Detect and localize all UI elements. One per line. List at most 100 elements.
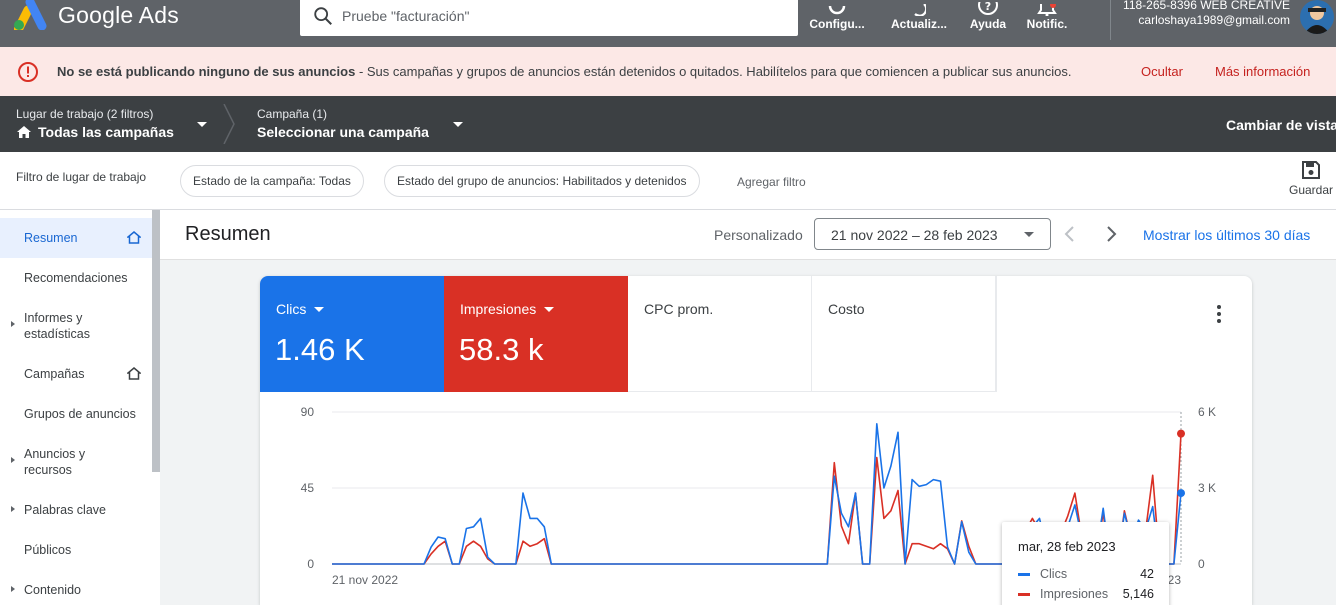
- account-email: carloshaya1989@gmail.com: [1138, 13, 1290, 27]
- metric-clicks[interactable]: Clics 1.46 K: [260, 276, 444, 392]
- chevron-right-icon: [223, 104, 235, 144]
- sidebar-item-label: Recomendaciones: [24, 271, 128, 285]
- sidebar-item-publicos[interactable]: Públicos: [0, 530, 152, 570]
- metric-cost[interactable]: Costo: [812, 276, 996, 392]
- search-box[interactable]: Pruebe "facturación": [300, 0, 798, 36]
- avatar[interactable]: [1300, 0, 1334, 34]
- google-ads-logo[interactable]: Google Ads: [13, 0, 179, 35]
- sidebar-item-label: Contenido: [24, 583, 81, 597]
- top-bar: Google Ads Pruebe "facturación" Configu.…: [0, 0, 1336, 47]
- google-ads-logo-icon: [13, 0, 50, 35]
- wrench-icon: [808, 0, 866, 16]
- save-label: Guardar: [1288, 183, 1334, 197]
- workspace-dropdown-icon[interactable]: [197, 122, 207, 127]
- app-name: Google Ads: [58, 1, 179, 28]
- y-axis-left-tick: 90: [301, 405, 315, 419]
- legend-swatch-clicks: [1018, 573, 1030, 576]
- sidebar-item-label: Palabras clave: [24, 503, 106, 517]
- chart-tooltip: mar, 28 feb 2023 Clics 42 Impresiones 5,…: [1002, 522, 1169, 605]
- refresh-label: Actualiz...: [890, 17, 947, 31]
- performance-chart: 0459003 K6 K21 nov 202228 feb 2023 mar, …: [260, 392, 1252, 605]
- sidebar-item-label: Públicos: [24, 543, 72, 557]
- series-point-impressions: [1177, 429, 1185, 438]
- sidebar-item-contenido[interactable]: Contenido: [0, 570, 152, 605]
- refresh-icon: [888, 0, 950, 16]
- series-point-clicks: [1177, 489, 1185, 498]
- sidebar-item-recomendaciones[interactable]: Recomendaciones: [0, 258, 152, 298]
- chevron-down-icon: [544, 306, 555, 312]
- y-axis-left-tick: 45: [301, 481, 315, 495]
- sidebar: Resumen Recomendaciones Informes y estad…: [0, 210, 160, 605]
- sidebar-item-label: Campañas: [24, 367, 85, 381]
- sidebar-item-label: Grupos de anuncios: [24, 407, 136, 421]
- metric-cost-label: Costo: [828, 301, 865, 317]
- svg-text:?: ?: [985, 2, 991, 13]
- tooltip-row-impressions: Impresiones 5,146: [1018, 587, 1154, 601]
- legend-swatch-impressions: [1018, 593, 1030, 596]
- notifications-button[interactable]: Notific.: [1024, 0, 1070, 47]
- metric-divider: [996, 276, 997, 392]
- sidebar-item-campanas[interactable]: Campañas: [0, 354, 152, 394]
- expand-arrow-icon: [11, 321, 15, 327]
- metric-avg-cpc-label: CPC prom.: [644, 301, 714, 317]
- tools-button[interactable]: Configu...: [808, 0, 866, 47]
- error-icon: [18, 62, 38, 82]
- metric-clicks-label: Clics: [276, 301, 307, 317]
- sidebar-item-informes[interactable]: Informes y estadísticas: [0, 298, 152, 354]
- sidebar-item-anuncios[interactable]: Anuncios y recursos: [0, 434, 152, 490]
- adgroup-status-chip[interactable]: Estado del grupo de anuncios: Habilitado…: [384, 165, 700, 197]
- y-axis-left-tick: 0: [307, 557, 314, 571]
- save-icon: [1302, 161, 1320, 179]
- date-range-picker[interactable]: 21 nov 2022 – 28 feb 2023: [814, 218, 1051, 250]
- filter-label: Filtro de lugar de trabajo: [16, 170, 147, 184]
- alert-message: No se está publicando ninguno de sus anu…: [57, 64, 1072, 79]
- add-filter-button[interactable]: Agregar filtro: [737, 175, 806, 189]
- expand-arrow-icon: [11, 506, 15, 512]
- sidebar-item-grupos[interactable]: Grupos de anuncios: [0, 394, 152, 434]
- metric-avg-cpc[interactable]: CPC prom.: [628, 276, 812, 392]
- tooltip-date: mar, 28 feb 2023: [1018, 539, 1116, 554]
- filter-bar: Filtro de lugar de trabajo Estado de la …: [0, 152, 1336, 210]
- campaign-status-chip[interactable]: Estado de la campaña: Todas: [180, 165, 364, 197]
- sidebar-item-label: Resumen: [24, 231, 78, 245]
- bell-icon: [1024, 0, 1070, 16]
- sidebar-item-label: Anuncios y recursos: [24, 447, 86, 477]
- y-axis-right-tick: 6 K: [1198, 405, 1216, 419]
- change-view-button[interactable]: Cambiar de vista: [1226, 117, 1336, 133]
- hide-alert-button[interactable]: Ocultar: [1141, 64, 1183, 79]
- expand-arrow-icon: [11, 586, 15, 592]
- help-button[interactable]: ? Ayuda: [968, 0, 1008, 47]
- alert-text: - Sus campañas y grupos de anuncios está…: [355, 64, 1072, 79]
- search-placeholder: Pruebe "facturación": [342, 8, 470, 24]
- save-button[interactable]: Guardar: [1286, 160, 1336, 197]
- x-axis-tick-start: 21 nov 2022: [332, 573, 398, 587]
- workspace-label: Lugar de trabajo (2 filtros): [16, 107, 154, 121]
- campaign-dropdown-icon[interactable]: [453, 122, 463, 127]
- search-icon: [314, 7, 332, 25]
- sidebar-scrollbar[interactable]: [152, 210, 160, 472]
- previous-period-icon[interactable]: [1063, 224, 1077, 244]
- sidebar-item-resumen[interactable]: Resumen: [0, 218, 152, 258]
- campaign-selector[interactable]: Campaña (1) Seleccionar una campaña: [257, 107, 429, 140]
- workspace-selector[interactable]: Lugar de trabajo (2 filtros) Todas las c…: [16, 107, 174, 140]
- y-axis-right-tick: 0: [1198, 557, 1205, 571]
- more-info-link[interactable]: Más información: [1215, 64, 1310, 79]
- help-icon: ?: [968, 0, 1008, 16]
- account-info[interactable]: 118-265-8396 WEB CREATIVE carloshaya1989…: [1123, 0, 1290, 28]
- sidebar-item-palabras[interactable]: Palabras clave: [0, 490, 152, 530]
- metric-impressions[interactable]: Impresiones 58.3 k: [444, 276, 628, 392]
- refresh-button[interactable]: Actualiz...: [888, 0, 950, 47]
- alert-banner: No se está publicando ninguno de sus anu…: [0, 47, 1336, 96]
- workspace-value: Todas las campañas: [38, 124, 174, 140]
- scope-bar: Lugar de trabajo (2 filtros) Todas las c…: [0, 96, 1336, 152]
- main-header: Resumen Personalizado 21 nov 2022 – 28 f…: [160, 210, 1336, 260]
- tooltip-impressions-value: 5,146: [1122, 587, 1154, 601]
- home-icon: [127, 231, 141, 244]
- help-label: Ayuda: [969, 17, 1007, 31]
- next-period-icon[interactable]: [1104, 224, 1118, 244]
- more-vert-icon[interactable]: [1215, 304, 1223, 324]
- campaign-label: Campaña (1): [257, 107, 328, 121]
- last-30-days-link[interactable]: Mostrar los últimos 30 días: [1143, 227, 1310, 243]
- chevron-down-icon: [1024, 232, 1034, 237]
- sidebar-item-label: Informes y estadísticas: [24, 311, 91, 341]
